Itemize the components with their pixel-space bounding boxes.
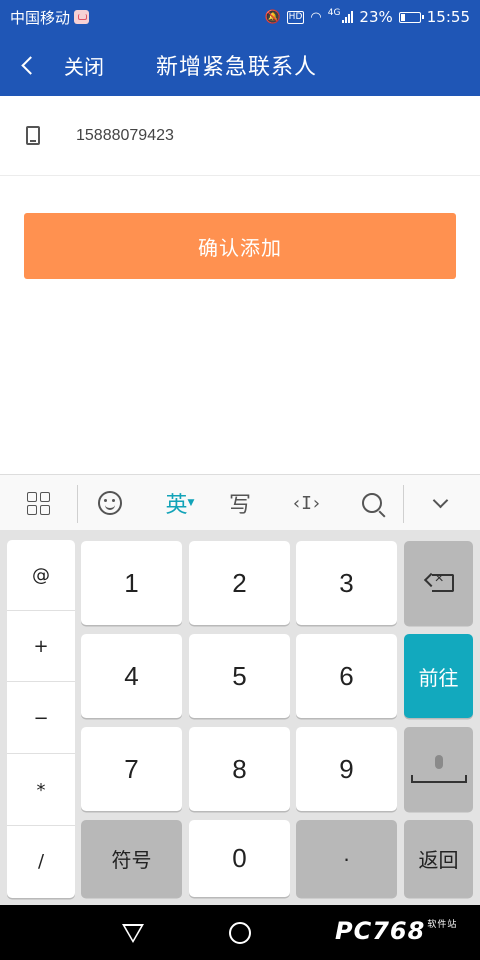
hd-badge: HD [286, 10, 305, 24]
close-button[interactable]: 关闭 [52, 51, 132, 80]
symbol-key[interactable]: @ [7, 540, 75, 611]
symbol-key[interactable]: / [7, 826, 75, 897]
backspace-icon [423, 570, 454, 592]
handwriting-button[interactable]: 写 [218, 475, 262, 531]
digit-key-8[interactable]: 8 [189, 727, 290, 811]
signal-icon [342, 11, 354, 23]
digit-key-2[interactable]: 2 [189, 541, 290, 625]
symbol-key[interactable]: * [7, 755, 75, 826]
emoji-button[interactable] [88, 475, 132, 531]
status-bar: 中国移动 🔕 HD ◠ 4G 23% 15:55 [0, 0, 480, 34]
nav-home-icon[interactable] [229, 922, 251, 944]
network-label: 4G [327, 8, 341, 18]
phone-input[interactable] [76, 126, 416, 145]
watermark-logo: PC768 软件站 [335, 917, 458, 945]
search-button[interactable] [350, 475, 394, 531]
symbol-column: @ + − * / [7, 540, 75, 898]
go-key[interactable]: 前往 [404, 634, 473, 718]
clock: 15:55 [426, 8, 470, 26]
voice-input-key[interactable] [404, 727, 473, 811]
digit-key-4[interactable]: 4 [81, 634, 182, 718]
system-nav-bar: PC768 软件站 [0, 905, 480, 960]
battery-icon [398, 11, 424, 23]
title-bar: 关闭 新增紧急联系人 [0, 34, 480, 96]
hide-keyboard-button[interactable] [418, 475, 462, 531]
keyboard-toolbar: 英 ▼ 写 ‹I› [0, 474, 480, 530]
mobile-phone-icon [26, 126, 40, 145]
digit-key-9[interactable]: 9 [296, 727, 397, 811]
digit-key-0[interactable]: 0 [189, 820, 290, 897]
page-title: 新增紧急联系人 [156, 55, 318, 80]
nav-back-icon[interactable] [122, 924, 144, 943]
back-button[interactable] [0, 34, 52, 96]
toolbar-divider [403, 485, 404, 523]
language-label: 英 [165, 493, 188, 518]
symbol-key[interactable]: − [7, 683, 75, 754]
cursor-move-button[interactable]: ‹I› [284, 475, 328, 531]
grid-icon [26, 491, 50, 515]
digit-key-1[interactable]: 1 [81, 541, 182, 625]
return-key[interactable]: 返回 [404, 820, 473, 897]
language-toggle[interactable]: 英 ▼ [155, 475, 205, 531]
battery-percent: 23% [359, 8, 393, 26]
digit-key-6[interactable]: 6 [296, 634, 397, 718]
phone-row [0, 96, 480, 176]
caret-down-icon: ▼ [187, 498, 195, 508]
chevron-left-icon [20, 55, 40, 75]
notification-app-icon [74, 10, 90, 24]
digit-key-5[interactable]: 5 [189, 634, 290, 718]
digit-key-7[interactable]: 7 [81, 727, 182, 811]
symbol-key[interactable]: + [7, 611, 75, 682]
dot-key[interactable]: · [296, 820, 397, 897]
microphone-icon [410, 755, 467, 783]
symbols-key[interactable]: 符号 [81, 820, 182, 897]
confirm-add-button[interactable]: 确认添加 [24, 213, 456, 279]
carrier-label: 中国移动 [10, 8, 71, 27]
search-icon [362, 493, 382, 513]
chevron-down-icon [432, 492, 448, 508]
keyboard-menu-button[interactable] [16, 475, 60, 531]
smiley-icon [98, 491, 122, 515]
numeric-keyboard: @ + − * / 1 2 3 4 5 6 前往 7 8 9 符号 0 · 返回 [0, 530, 480, 905]
backspace-key[interactable] [404, 541, 473, 625]
mute-icon: 🔕 [264, 9, 281, 25]
wifi-icon: ◠ [310, 9, 322, 25]
toolbar-divider [77, 485, 78, 523]
digit-key-3[interactable]: 3 [296, 541, 397, 625]
